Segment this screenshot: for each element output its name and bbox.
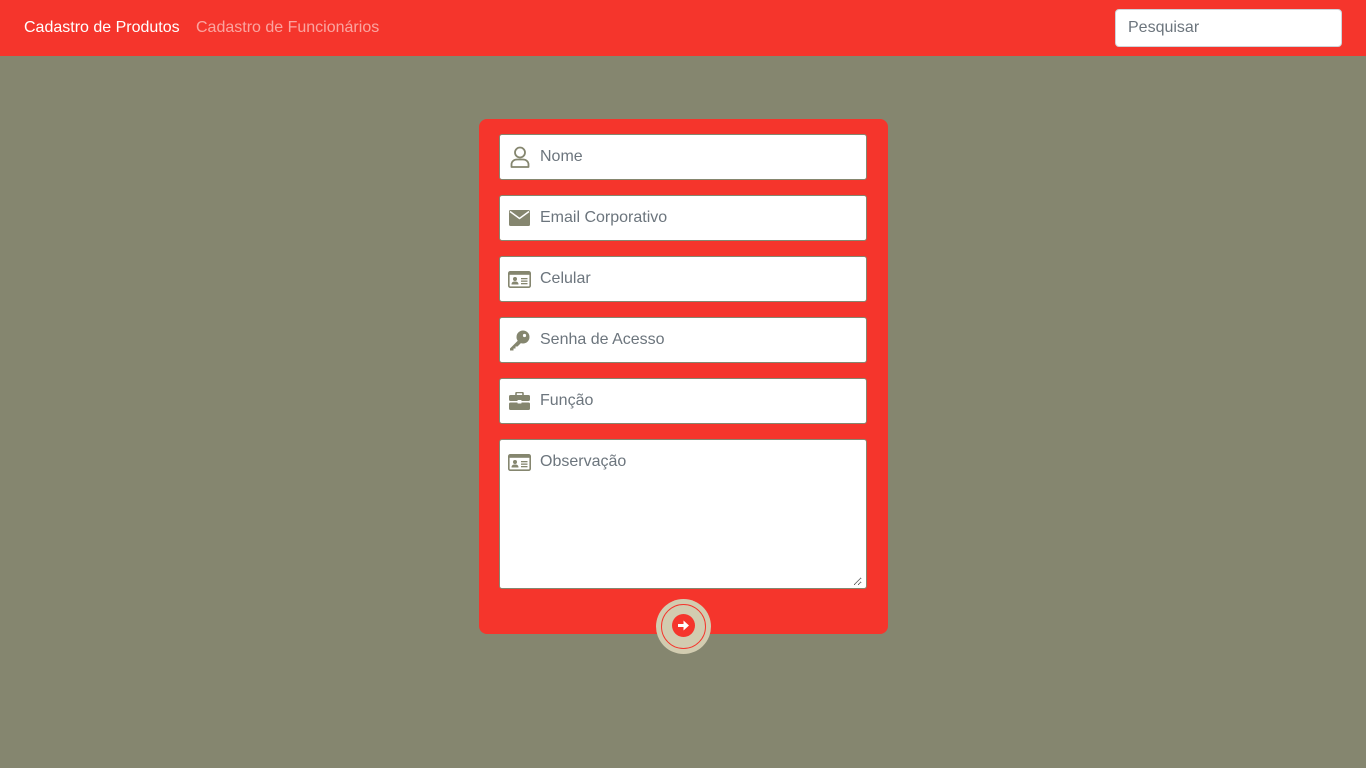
employee-form bbox=[479, 119, 888, 634]
email-field bbox=[499, 195, 867, 241]
user-icon bbox=[508, 146, 531, 168]
observacao-field bbox=[499, 439, 867, 589]
senha-field bbox=[499, 317, 867, 363]
celular-input[interactable] bbox=[540, 257, 862, 301]
id-card-icon bbox=[508, 451, 531, 473]
nome-input[interactable] bbox=[540, 135, 862, 179]
arrow-circle-right-icon bbox=[672, 614, 695, 637]
briefcase-icon bbox=[508, 390, 531, 412]
funcao-input[interactable] bbox=[540, 379, 862, 423]
submit-button[interactable] bbox=[656, 599, 711, 654]
observacao-textarea[interactable] bbox=[540, 452, 862, 586]
senha-input[interactable] bbox=[540, 318, 862, 362]
nome-field bbox=[499, 134, 867, 180]
navbar: Cadastro de Produtos Cadastro de Funcion… bbox=[0, 0, 1366, 56]
key-icon bbox=[508, 329, 531, 351]
nav-link-produtos[interactable]: Cadastro de Produtos bbox=[24, 18, 180, 38]
search-input[interactable] bbox=[1115, 9, 1342, 47]
funcao-field bbox=[499, 378, 867, 424]
celular-field bbox=[499, 256, 867, 302]
nav-link-funcionarios[interactable]: Cadastro de Funcionários bbox=[196, 18, 379, 38]
id-card-icon bbox=[508, 268, 531, 290]
email-input[interactable] bbox=[540, 196, 862, 240]
envelope-icon bbox=[508, 207, 531, 229]
